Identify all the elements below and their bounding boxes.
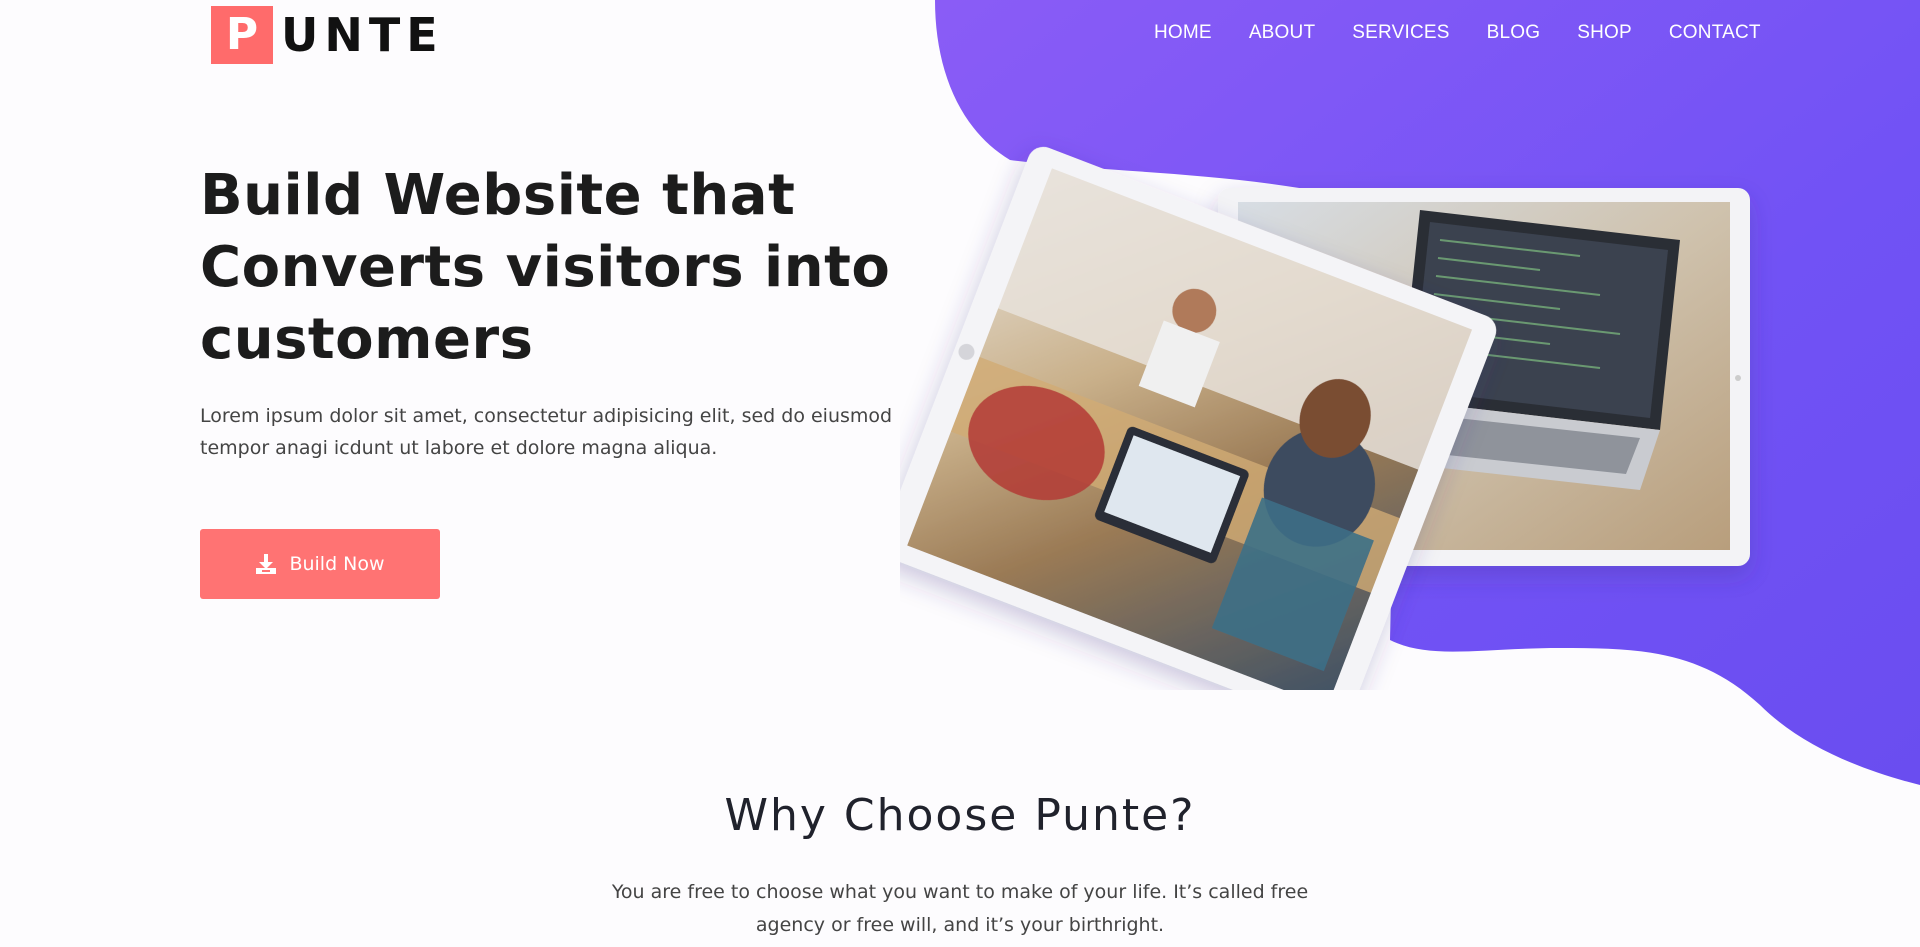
main-nav: HOME ABOUT SERVICES BLOG SHOP CONTACT [1154,22,1798,44]
logo-wordmark: UNTE [281,8,444,62]
build-now-label: Build Now [289,553,385,575]
nav-home[interactable]: HOME [1154,22,1212,44]
logo-letter-box: P [211,6,273,64]
hero-title-line: Build Website that [200,163,796,228]
hero-description: Lorem ipsum dolor sit amet, consectetur … [200,405,893,459]
hero-title: Build Website that Converts visitors int… [200,160,920,376]
nav-services[interactable]: SERVICES [1352,22,1449,44]
nav-about[interactable]: ABOUT [1249,22,1315,44]
hero-title-line: Converts visitors into [200,235,891,300]
nav-shop[interactable]: SHOP [1577,22,1632,44]
landing-page: P UNTE HOME ABOUT SERVICES BLOG SHOP CON… [0,0,1920,947]
logo[interactable]: P UNTE [211,6,444,64]
hero-title-line: customers [200,307,534,372]
nav-contact[interactable]: CONTACT [1669,22,1761,44]
build-now-button[interactable]: Build Now [200,529,440,599]
nav-blog[interactable]: BLOG [1487,22,1541,44]
hero-illustration [900,146,1750,690]
download-icon [256,554,277,574]
why-description: You are free to choose what you want to … [611,881,1309,936]
why-title: Why Choose Punte? [724,790,1196,841]
